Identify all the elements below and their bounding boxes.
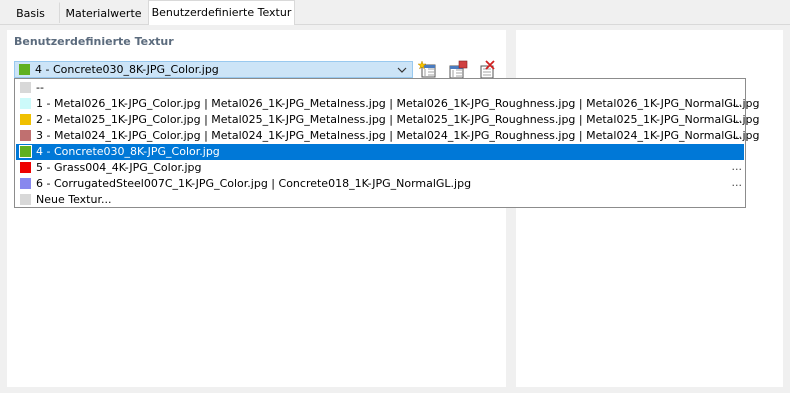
- combo-value: 4 - Concrete030_8K-JPG_Color.jpg: [35, 63, 219, 76]
- list-item-label: 5 - Grass004_4K-JPG_Color.jpg: [36, 161, 202, 174]
- combo-color-swatch: [19, 64, 30, 75]
- color-swatch: [20, 130, 31, 141]
- texture-dropdown-list: -- 1 - Metal026_1K-JPG_Color.jpg | Metal…: [14, 78, 759, 208]
- texture-combobox[interactable]: 4 - Concrete030_8K-JPG_Color.jpg: [14, 61, 413, 78]
- color-swatch: [20, 114, 31, 125]
- tab-bar: Basis Materialwerte Benutzerdefinierte T…: [0, 0, 790, 25]
- list-item[interactable]: 3 - Metal024_1K-JPG_Color.jpg | Metal024…: [16, 128, 759, 144]
- list-item-new-texture[interactable]: Neue Textur...: [16, 192, 744, 208]
- chevron-down-icon[interactable]: [396, 63, 408, 77]
- color-swatch: [20, 162, 31, 173]
- list-item-label: 2 - Metal025_1K-JPG_Color.jpg | Metal025…: [36, 113, 760, 126]
- list-item[interactable]: 2 - Metal025_1K-JPG_Color.jpg | Metal025…: [16, 112, 759, 128]
- list-item[interactable]: --: [16, 80, 744, 96]
- list-item-label: 3 - Metal024_1K-JPG_Color.jpg | Metal024…: [36, 129, 760, 142]
- list-item[interactable]: 4 - Concrete030_8K-JPG_Color.jpg: [16, 144, 744, 160]
- tab-materialwerte[interactable]: Materialwerte: [59, 2, 148, 23]
- more-ellipsis: ...: [731, 160, 743, 173]
- more-ellipsis: ...: [731, 176, 743, 189]
- list-item[interactable]: 6 - CorrugatedSteel007C_1K-JPG_Color.jpg…: [16, 176, 744, 192]
- color-swatch: [20, 194, 31, 205]
- list-item[interactable]: 5 - Grass004_4K-JPG_Color.jpg ...: [16, 160, 744, 176]
- list-item-label: --: [36, 81, 44, 94]
- more-ellipsis: ...: [731, 128, 743, 141]
- list-item-label: 4 - Concrete030_8K-JPG_Color.jpg: [36, 145, 220, 158]
- list-item-label: Neue Textur...: [36, 193, 112, 206]
- color-swatch: [20, 98, 31, 109]
- more-ellipsis: ...: [731, 112, 743, 125]
- list-item-label: 1 - Metal026_1K-JPG_Color.jpg | Metal026…: [36, 97, 760, 110]
- section-title: Benutzerdefinierte Textur: [14, 35, 174, 48]
- color-swatch: [20, 82, 31, 93]
- list-item[interactable]: 1 - Metal026_1K-JPG_Color.jpg | Metal026…: [16, 96, 759, 112]
- tab-benutzerdefinierte-textur[interactable]: Benutzerdefinierte Textur: [148, 0, 295, 25]
- color-swatch: [19, 145, 32, 158]
- tab-basis[interactable]: Basis: [2, 2, 59, 23]
- color-swatch: [20, 178, 31, 189]
- list-item-label: 6 - CorrugatedSteel007C_1K-JPG_Color.jpg…: [36, 177, 472, 190]
- more-ellipsis: ...: [731, 96, 743, 109]
